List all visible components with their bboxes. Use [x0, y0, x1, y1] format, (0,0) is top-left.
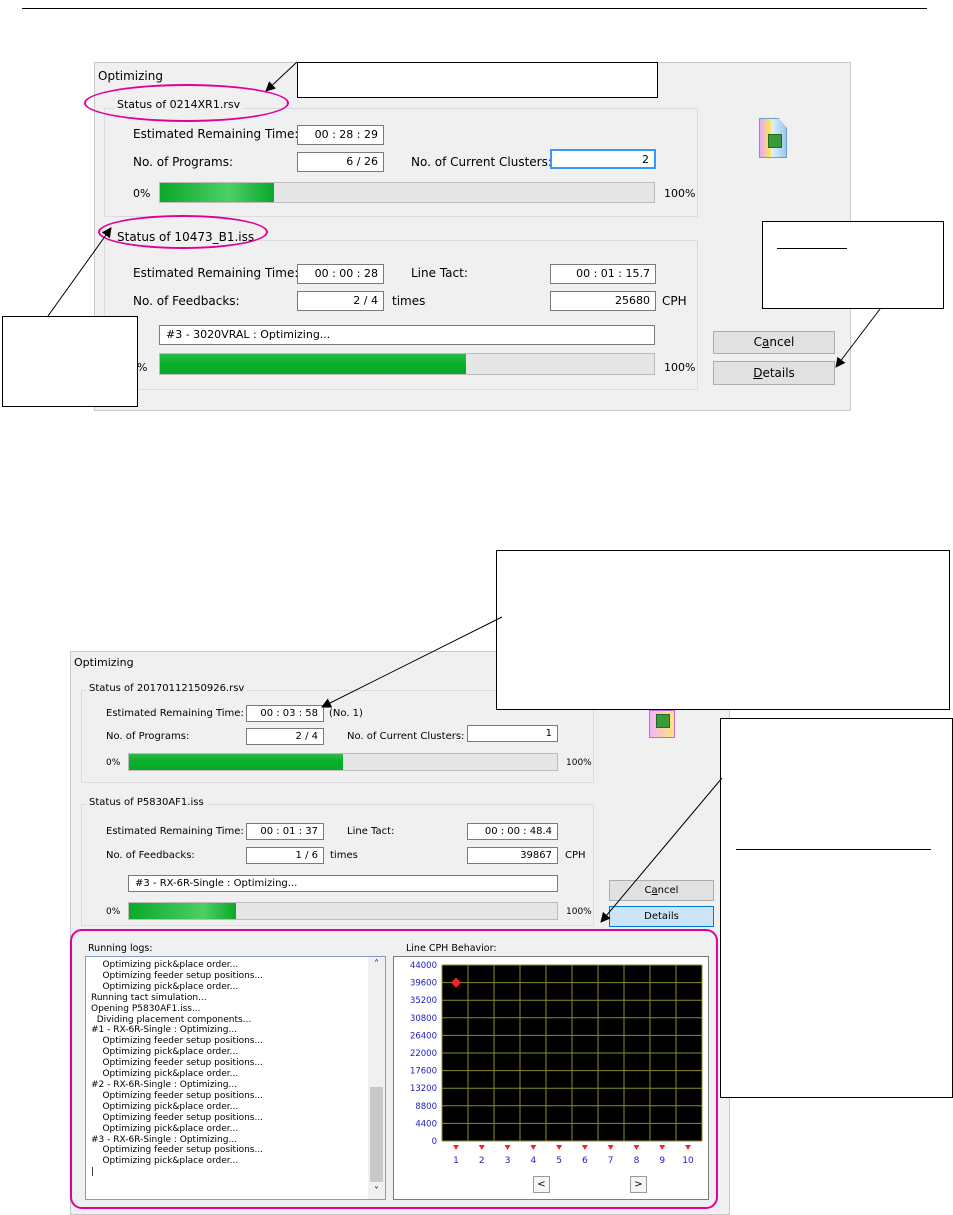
- status-text-field: #3 - RX-6R-Single : Optimizing...: [128, 875, 558, 892]
- callout-top: [297, 62, 658, 98]
- line-tact-label: Line Tact:: [347, 826, 395, 837]
- dialog-title: Optimizing: [98, 69, 163, 83]
- callout-left: [2, 316, 138, 407]
- est-time-label: Estimated Remaining Time:: [133, 266, 299, 280]
- est-time-note: (No. 1): [329, 708, 363, 719]
- rsv-progress-fill: [129, 754, 343, 770]
- progress-end-label: 100%: [664, 361, 696, 374]
- feedbacks-field: 1 / 6: [246, 847, 324, 864]
- dialog-title: Optimizing: [74, 656, 134, 669]
- rsv-progress-bar: [159, 182, 655, 203]
- est-time-label: Estimated Remaining Time:: [106, 708, 244, 719]
- est-time-field: 00 : 28 : 29: [297, 125, 384, 145]
- est-time-field: 00 : 00 : 28: [297, 264, 384, 284]
- progress-start-label: 0%: [133, 187, 151, 200]
- callout-side: [720, 718, 953, 1098]
- iss-progress-fill: [160, 354, 467, 374]
- highlight-rsv-title: [84, 84, 289, 122]
- details-button[interactable]: Details: [713, 361, 835, 385]
- programs-field: 2 / 4: [246, 728, 324, 745]
- details-button[interactable]: Details: [609, 906, 714, 927]
- est-time-field: 00 : 03 : 58: [246, 705, 324, 722]
- progress-start-label: 0%: [106, 907, 121, 917]
- feedbacks-field: 2 / 4: [297, 291, 384, 311]
- cph-label: CPH: [662, 294, 687, 308]
- cancel-button[interactable]: Cancel: [609, 880, 714, 901]
- progress-start-label: %: [137, 361, 148, 374]
- callout-right: [762, 221, 944, 309]
- feedbacks-label: No. of Feedbacks:: [133, 294, 240, 308]
- progress-end-label: 100%: [566, 907, 592, 917]
- progress-start-label: 0%: [106, 758, 121, 768]
- clusters-label: No. of Current Clusters:: [411, 155, 552, 169]
- est-time-field: 00 : 01 : 37: [246, 823, 324, 840]
- callout-side-rule: [736, 849, 931, 850]
- page-rule: [22, 8, 927, 9]
- document-icon: [649, 710, 677, 740]
- status-text-field: #3 - 3020VRAL : Optimizing...: [159, 325, 655, 345]
- programs-label: No. of Programs:: [133, 155, 234, 169]
- rsv-progress-bar: [128, 753, 558, 771]
- clusters-label: No. of Current Clusters:: [347, 731, 465, 742]
- line-tact-label: Line Tact:: [411, 266, 468, 280]
- iss-progress-fill: [129, 903, 236, 919]
- programs-field: 6 / 26: [297, 152, 384, 172]
- progress-end-label: 100%: [664, 187, 696, 200]
- cph-field: 25680: [550, 291, 656, 311]
- group-title-rsv: Status of 20170112150926.rsv: [86, 683, 248, 694]
- times-label: times: [392, 294, 426, 308]
- feedbacks-label: No. of Feedbacks:: [106, 850, 195, 861]
- est-time-label: Estimated Remaining Time:: [106, 826, 244, 837]
- callout-right-rule: [777, 248, 847, 249]
- iss-progress-bar: [159, 353, 655, 375]
- rsv-progress-fill: [160, 183, 274, 202]
- line-tact-field: 00 : 01 : 15.7: [550, 264, 656, 284]
- cph-field: 39867: [467, 847, 558, 864]
- est-time-label: Estimated Remaining Time:: [133, 127, 299, 141]
- highlight-iss-title: [98, 215, 268, 249]
- document-icon: [759, 118, 789, 160]
- progress-end-label: 100%: [566, 758, 592, 768]
- clusters-field: 1: [467, 725, 558, 742]
- cph-label: CPH: [565, 850, 586, 861]
- highlight-bottom-panel: [70, 929, 718, 1209]
- group-title-iss: Status of P5830AF1.iss: [86, 797, 207, 808]
- clusters-field: 2: [550, 149, 656, 169]
- line-tact-field: 00 : 00 : 48.4: [467, 823, 558, 840]
- cancel-button[interactable]: Cancel: [713, 331, 835, 354]
- callout-top-right: [496, 550, 950, 710]
- iss-progress-bar: [128, 902, 558, 920]
- times-label: times: [330, 850, 358, 861]
- programs-label: No. of Programs:: [106, 731, 190, 742]
